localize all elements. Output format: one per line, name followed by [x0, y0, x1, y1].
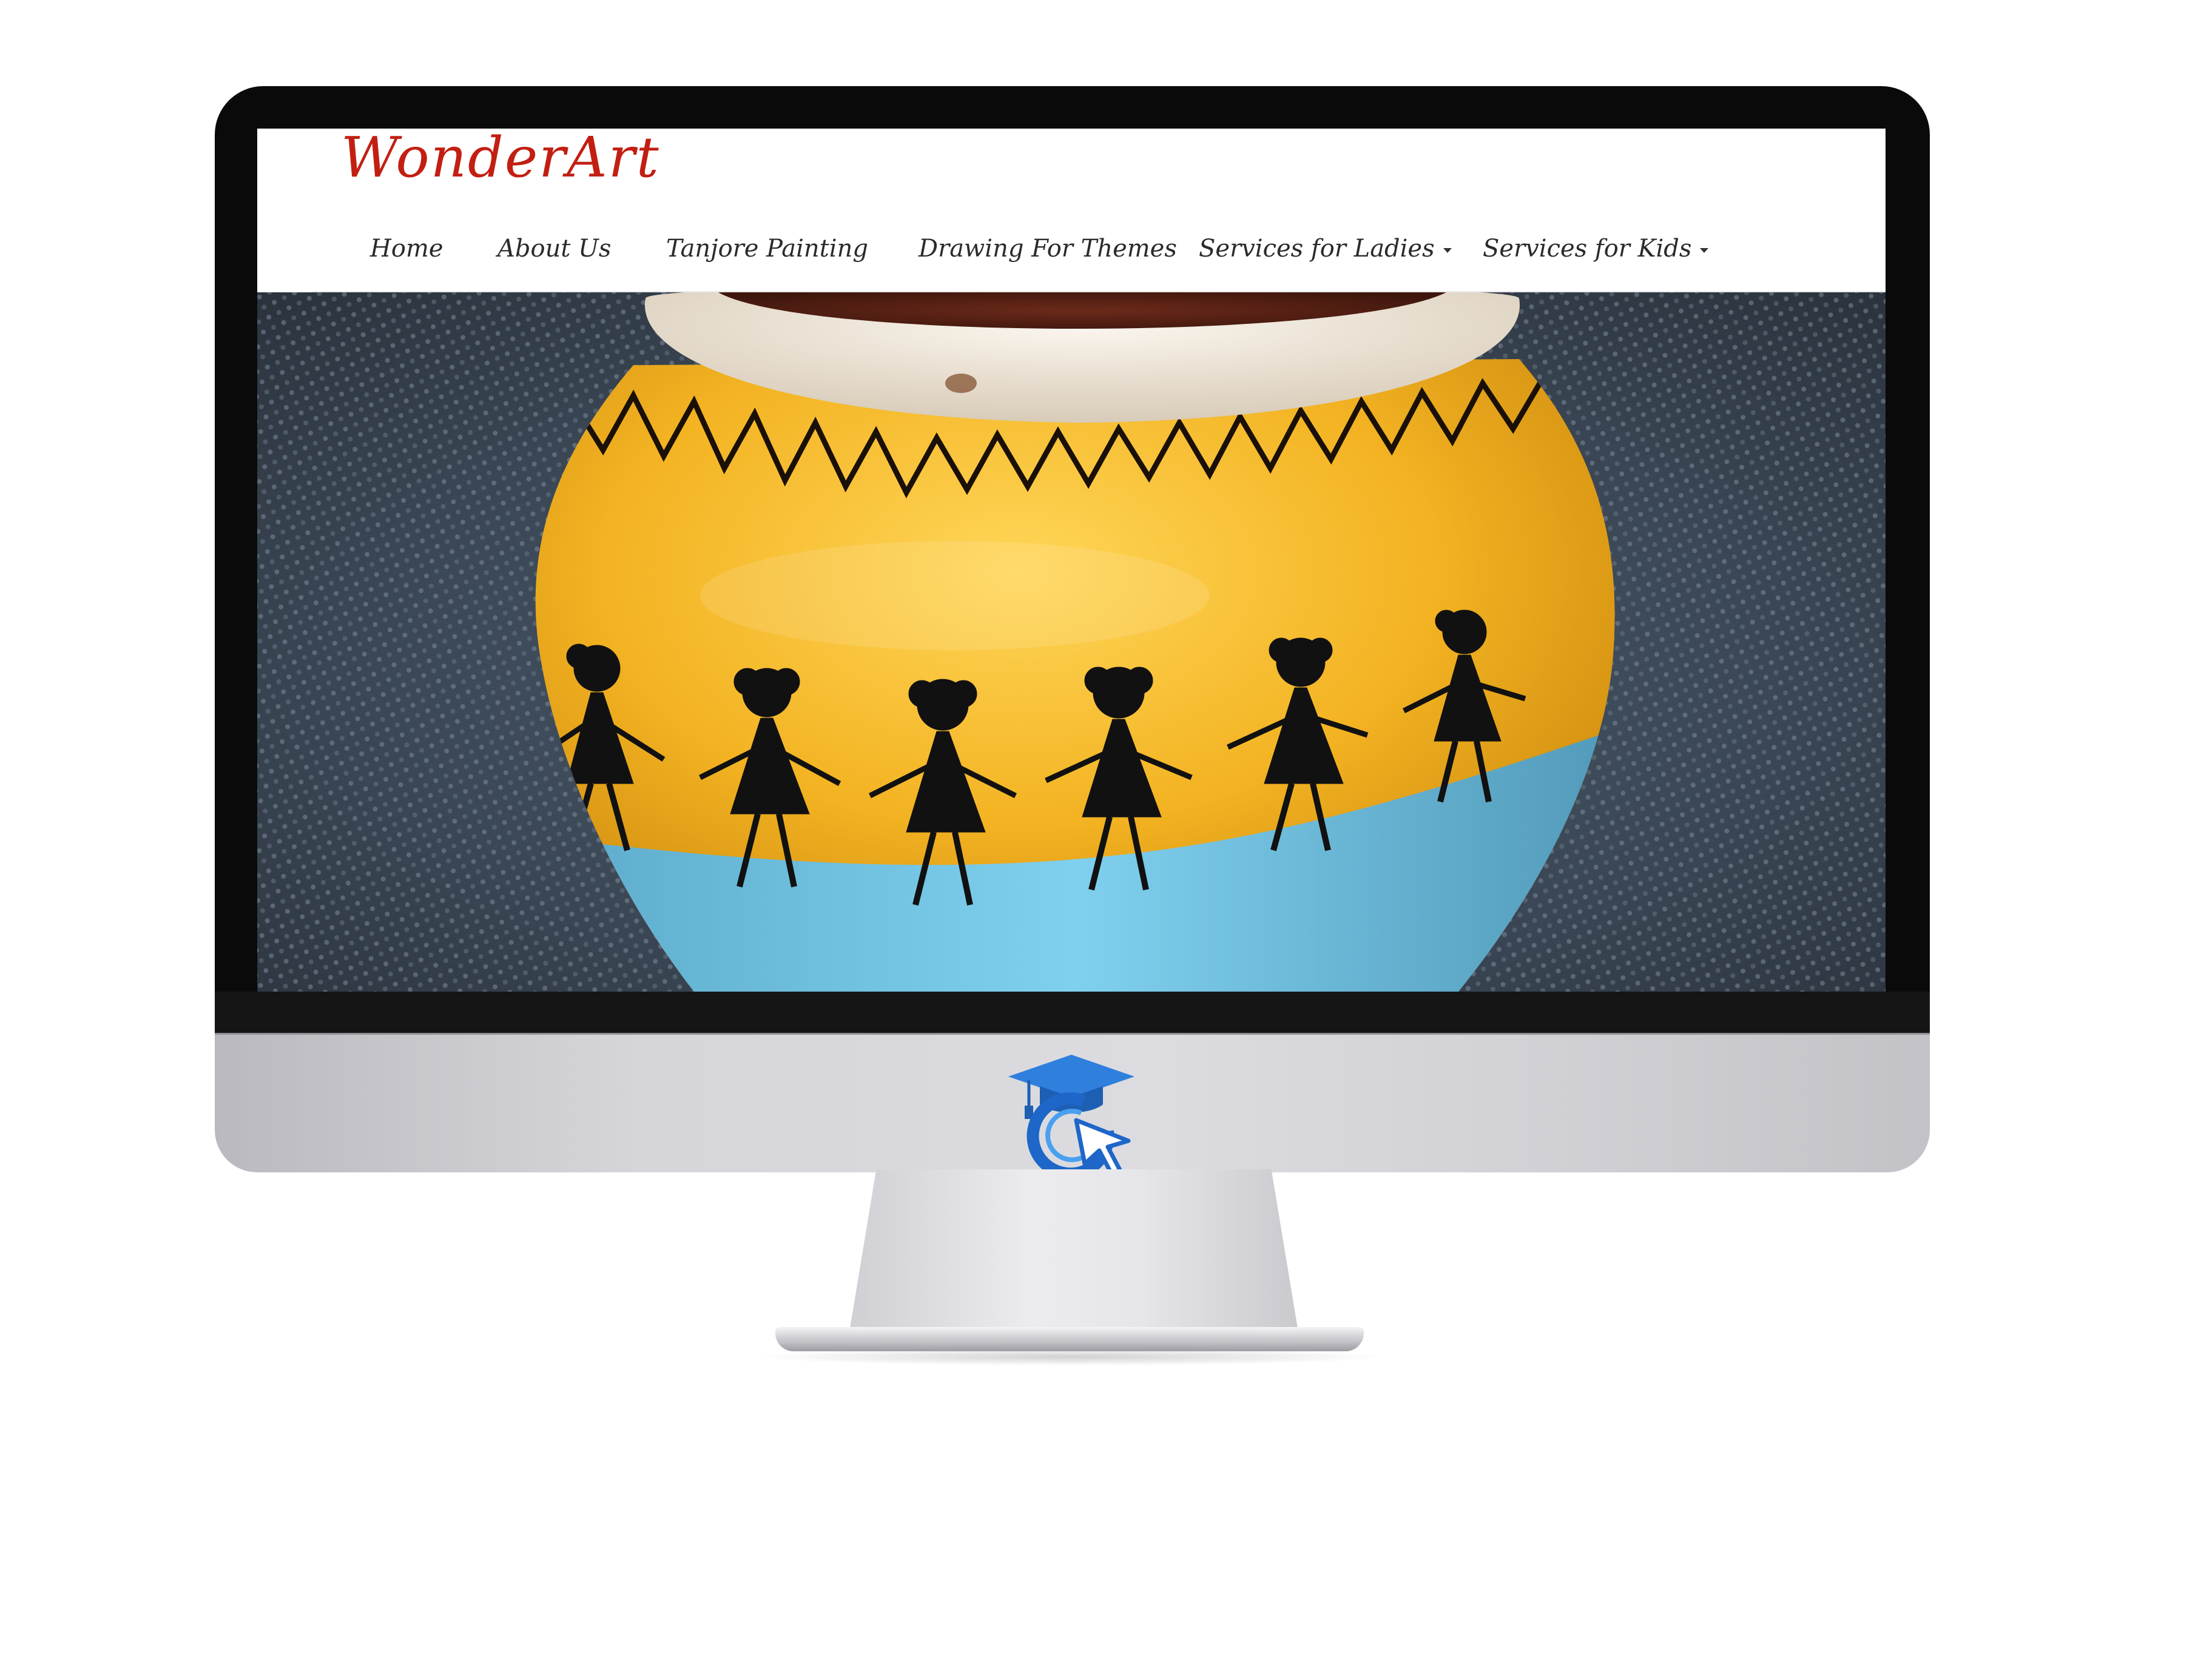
nav-item-services-for-kids[interactable]: Services for Kids [1483, 218, 1709, 279]
nav-item-tanjore-painting[interactable]: Tanjore Painting [666, 218, 868, 279]
nav-item-label: Home [370, 235, 443, 263]
chevron-down-icon [1443, 248, 1452, 253]
monitor-bezel-strip [215, 992, 1930, 1034]
nav-item-home[interactable]: Home [370, 218, 443, 279]
monitor-stand-base [775, 1327, 1364, 1351]
chevron-down-icon [1700, 248, 1709, 253]
nav-item-label: About Us [497, 235, 612, 263]
nav-item-label: Services for Ladies [1199, 235, 1435, 263]
main-nav: Home About Us Tanjore Painting Drawing F… [257, 218, 1886, 279]
hero-image [257, 292, 1886, 992]
nav-item-label: Services for Kids [1483, 235, 1692, 263]
nav-item-label: Tanjore Painting [666, 235, 868, 263]
monitor-mockup: WonderArt Home About Us Tanjore Painting… [0, 0, 2201, 1680]
graduation-cap-cursor-logo-icon [1005, 1052, 1138, 1180]
site-header: WonderArt Home About Us Tanjore Painting… [257, 129, 1886, 292]
website-screen: WonderArt Home About Us Tanjore Painting… [257, 129, 1886, 992]
nav-item-label: Drawing For Themes [918, 235, 1177, 263]
nav-item-drawing-for-themes[interactable]: Drawing For Themes [918, 218, 1177, 279]
nav-item-about-us[interactable]: About Us [497, 218, 611, 279]
monitor-stand-neck [849, 1169, 1298, 1332]
site-logo[interactable]: WonderArt [341, 129, 660, 190]
nav-item-services-for-ladies[interactable]: Services for Ladies [1199, 218, 1452, 279]
